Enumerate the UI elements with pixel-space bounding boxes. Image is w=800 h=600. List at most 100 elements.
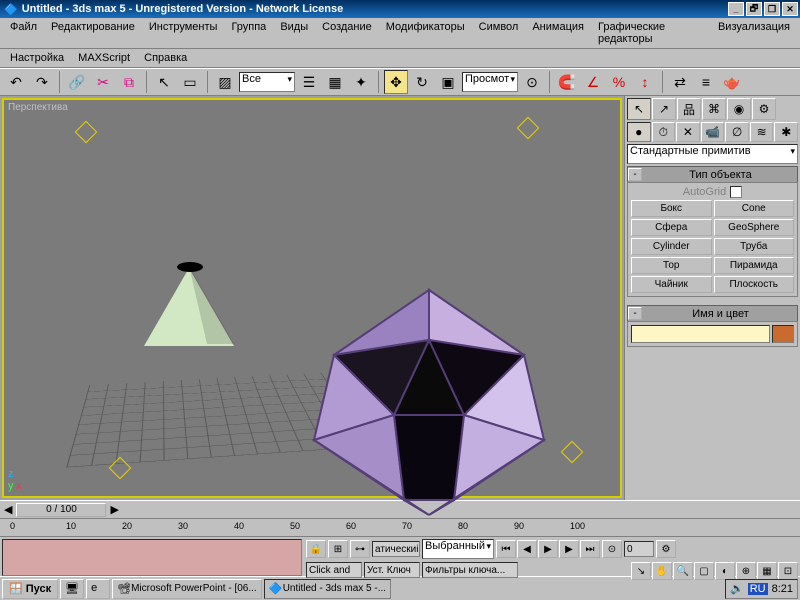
mirror-button[interactable]: ⇄ bbox=[668, 70, 692, 94]
create-subtab[interactable]: ✱ bbox=[774, 122, 798, 142]
menu-item[interactable]: MAXScript bbox=[72, 51, 136, 65]
rollout-name-color[interactable]: - Имя и цвет bbox=[627, 305, 798, 322]
taskbar-item[interactable]: 📽Microsoft PowerPoint - [06... bbox=[112, 579, 262, 599]
current-frame-field[interactable]: 0 bbox=[624, 541, 654, 557]
rotate-button[interactable]: ↻ bbox=[410, 70, 434, 94]
color-swatch[interactable] bbox=[772, 325, 794, 343]
close-button[interactable]: ✕ bbox=[782, 2, 798, 16]
bind-button[interactable]: ⧉ bbox=[117, 70, 141, 94]
viewport-nav-button[interactable]: ↘ bbox=[631, 562, 651, 580]
maximize-button[interactable]: ❐ bbox=[764, 2, 780, 16]
spinner-snap-button[interactable]: ↕ bbox=[633, 70, 657, 94]
time-slider-handle[interactable]: 0 / 100 bbox=[16, 503, 106, 517]
selection-filter-select[interactable]: Все bbox=[239, 72, 295, 92]
prev-frame-button[interactable]: ◀ bbox=[517, 540, 537, 558]
move-button[interactable]: ✥ bbox=[384, 70, 408, 94]
light-gizmo[interactable] bbox=[517, 117, 540, 140]
command-tab[interactable]: ↖ bbox=[627, 98, 651, 120]
primitive-button[interactable]: Бокс bbox=[631, 200, 712, 217]
system-tray[interactable]: 🔊 RU 8:21 bbox=[725, 579, 798, 599]
primitive-button[interactable]: GeoSphere bbox=[714, 219, 795, 236]
create-subtab[interactable]: 📹 bbox=[701, 122, 725, 142]
primitive-button[interactable]: Cone bbox=[714, 200, 795, 217]
command-tab[interactable]: 品 bbox=[677, 98, 701, 120]
primitive-button[interactable]: Cylinder bbox=[631, 238, 712, 255]
command-tab[interactable]: ⚙ bbox=[752, 98, 776, 120]
lock-button[interactable]: 🔒 bbox=[306, 540, 326, 558]
next-frame-button[interactable]: ▶ bbox=[559, 540, 579, 558]
primitive-button[interactable]: Тор bbox=[631, 257, 712, 274]
track-bar[interactable] bbox=[2, 539, 302, 576]
category-select[interactable]: Стандартные примитив bbox=[627, 144, 798, 164]
scale-button[interactable]: ▣ bbox=[436, 70, 460, 94]
language-indicator[interactable]: RU bbox=[748, 583, 768, 595]
link-button[interactable]: 🔗 bbox=[65, 70, 89, 94]
viewport-perspective[interactable]: Перспектива bbox=[2, 98, 622, 498]
snap-button[interactable]: 🧲 bbox=[555, 70, 579, 94]
goto-end-button[interactable]: ⏭ bbox=[580, 540, 600, 558]
menu-item[interactable]: Настройка bbox=[4, 51, 70, 65]
rollout-object-type[interactable]: - Тип объекта bbox=[627, 166, 798, 183]
primitive-button[interactable]: Труба bbox=[714, 238, 795, 255]
redo-button[interactable]: ↷ bbox=[30, 70, 54, 94]
play-button[interactable]: ▶ bbox=[538, 540, 558, 558]
command-tab[interactable]: ⌘ bbox=[702, 98, 726, 120]
menu-item[interactable]: Группа bbox=[225, 20, 272, 46]
menu-item[interactable]: Редактирование bbox=[45, 20, 141, 46]
taskbar-item[interactable]: 🔷Untitled - 3ds max 5 -... bbox=[264, 579, 391, 599]
taskbar-item[interactable]: 🖥 bbox=[60, 579, 84, 599]
viewport-nav-button[interactable]: ⊕ bbox=[736, 562, 756, 580]
create-subtab[interactable]: ✕ bbox=[676, 122, 700, 142]
menu-item[interactable]: Модификаторы bbox=[380, 20, 471, 46]
viewport-nav-button[interactable]: ⊡ bbox=[778, 562, 798, 580]
region-button[interactable]: ▭ bbox=[178, 70, 202, 94]
select-by-name-button[interactable]: ☰ bbox=[297, 70, 321, 94]
key-filter-select[interactable]: Выбранный bbox=[422, 539, 494, 559]
percent-snap-button[interactable]: % bbox=[607, 70, 631, 94]
window-crossing-button[interactable]: ▨ bbox=[213, 70, 237, 94]
viewport-nav-button[interactable]: ▢ bbox=[694, 562, 714, 580]
primitive-button[interactable]: Пирамида bbox=[714, 257, 795, 274]
create-subtab[interactable]: ∅ bbox=[725, 122, 749, 142]
restore-button[interactable]: 🗗 bbox=[746, 2, 762, 16]
menu-item[interactable]: Символ bbox=[473, 20, 525, 46]
primitive-button[interactable]: Чайник bbox=[631, 276, 712, 293]
time-ruler[interactable]: 0102030405060708090100 bbox=[0, 518, 800, 536]
time-config-button[interactable]: ⚙ bbox=[656, 540, 676, 558]
start-button[interactable]: 🪟 Пуск bbox=[2, 579, 58, 599]
menu-item[interactable]: Визуализация bbox=[712, 20, 796, 46]
key-mode-button[interactable]: ⊙ bbox=[602, 540, 622, 558]
align-button[interactable]: ≡ bbox=[694, 70, 718, 94]
autogrid-checkbox[interactable] bbox=[730, 186, 742, 198]
object-name-input[interactable] bbox=[631, 325, 770, 343]
manipulate-button[interactable]: ✦ bbox=[349, 70, 373, 94]
viewport-nav-button[interactable]: 🔍 bbox=[673, 562, 693, 580]
scene-cone[interactable] bbox=[144, 260, 244, 350]
key-button[interactable]: ⊶ bbox=[350, 540, 370, 558]
minimize-button[interactable]: _ bbox=[728, 2, 744, 16]
snap-toggle-button[interactable]: ⊞ bbox=[328, 540, 348, 558]
create-subtab[interactable]: ● bbox=[627, 122, 651, 142]
viewport-nav-button[interactable]: ✋ bbox=[652, 562, 672, 580]
pivot-button[interactable]: ⊙ bbox=[520, 70, 544, 94]
menu-item[interactable]: Создание bbox=[316, 20, 378, 46]
create-subtab[interactable]: ≋ bbox=[750, 122, 774, 142]
viewport-nav-button[interactable]: ▦ bbox=[757, 562, 777, 580]
command-tab[interactable]: ◉ bbox=[727, 98, 751, 120]
light-gizmo[interactable] bbox=[75, 121, 98, 144]
menu-item[interactable]: Файл bbox=[4, 20, 43, 46]
primitive-button[interactable]: Плоскость bbox=[714, 276, 795, 293]
goto-start-button[interactable]: ⏮ bbox=[496, 540, 516, 558]
undo-button[interactable]: ↶ bbox=[4, 70, 28, 94]
select-color-button[interactable]: ▦ bbox=[323, 70, 347, 94]
key-filters-button[interactable]: Фильтры ключа... bbox=[422, 562, 518, 578]
time-prev-button[interactable]: ◀ bbox=[4, 503, 12, 516]
menu-item[interactable]: Виды bbox=[274, 20, 314, 46]
taskbar-item[interactable]: e bbox=[86, 579, 110, 599]
light-gizmo[interactable] bbox=[561, 441, 584, 464]
menu-item[interactable]: Графические редакторы bbox=[592, 20, 710, 46]
viewport-nav-button[interactable]: ◐ bbox=[715, 562, 735, 580]
menu-item[interactable]: Анимация bbox=[526, 20, 590, 46]
unlink-button[interactable]: ✂ bbox=[91, 70, 115, 94]
time-next-button[interactable]: ▶ bbox=[110, 503, 118, 516]
